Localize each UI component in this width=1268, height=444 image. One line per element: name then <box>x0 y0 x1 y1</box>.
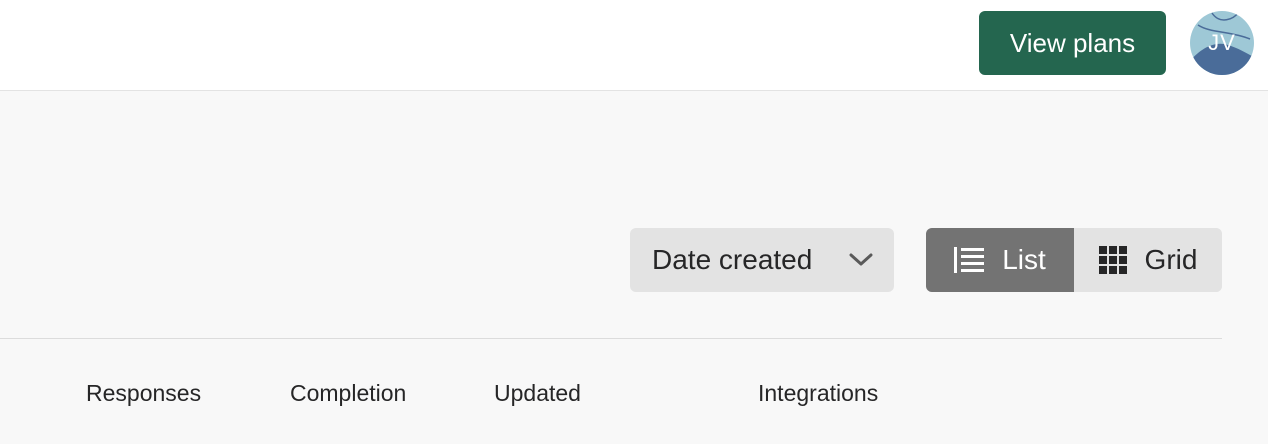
grid-icon <box>1098 246 1127 274</box>
column-header-completion[interactable]: Completion <box>290 380 406 407</box>
column-header-updated[interactable]: Updated <box>494 380 581 407</box>
list-view-button[interactable]: List <box>926 228 1074 292</box>
divider <box>0 338 1222 339</box>
top-bar: View plans JV <box>0 0 1268 91</box>
column-header-integrations[interactable]: Integrations <box>758 380 878 407</box>
grid-view-button[interactable]: Grid <box>1074 228 1222 292</box>
sort-selected-value: Date created <box>652 244 813 275</box>
chevron-down-icon <box>849 253 873 266</box>
avatar[interactable]: JV <box>1190 11 1254 75</box>
view-plans-button[interactable]: View plans <box>979 11 1166 75</box>
list-icon <box>954 247 985 273</box>
list-view-label: List <box>1002 244 1046 275</box>
sort-dropdown[interactable]: Date created <box>630 228 894 292</box>
column-header-responses[interactable]: Responses <box>86 380 201 407</box>
avatar-initials: JV <box>1208 30 1236 55</box>
view-toggle: List Grid <box>926 228 1222 292</box>
grid-view-label: Grid <box>1144 244 1198 275</box>
